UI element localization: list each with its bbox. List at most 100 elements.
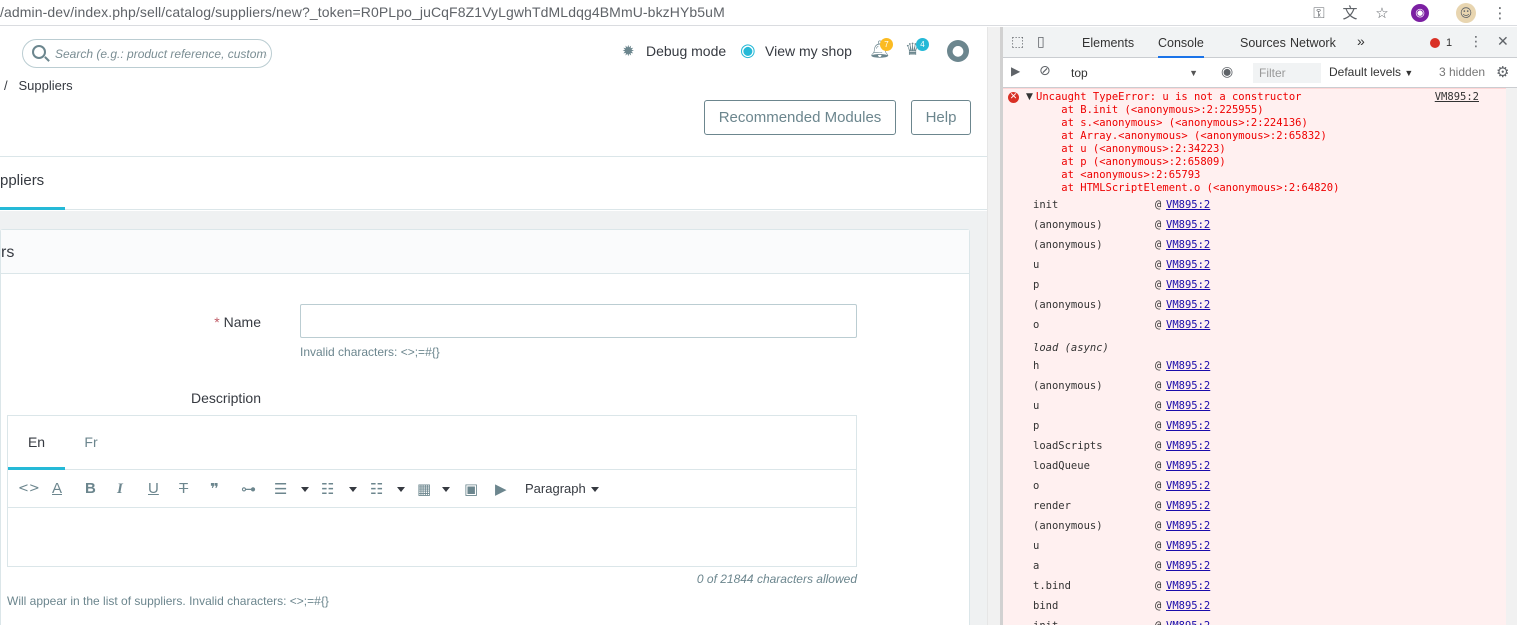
paragraph-format-select[interactable]: Paragraph	[525, 481, 586, 496]
call-stack-source-link[interactable]: VM895:2	[1166, 500, 1210, 512]
bullet-list-icon[interactable]: ☷	[321, 480, 334, 498]
call-stack-source-link[interactable]: VM895:2	[1166, 400, 1210, 412]
view-shop-link[interactable]: View my shop	[765, 43, 852, 59]
search-box[interactable]	[22, 39, 272, 68]
url-text[interactable]: /admin-dev/index.php/sell/catalog/suppli…	[0, 4, 725, 20]
call-stack-at-sign: @	[1155, 500, 1162, 512]
debug-mode-link[interactable]: Debug mode	[646, 43, 726, 59]
device-toolbar-icon[interactable]: ▯	[1037, 34, 1045, 50]
call-stack-source-link[interactable]: VM895:2	[1166, 239, 1210, 251]
call-stack-at-sign: @	[1155, 560, 1162, 572]
call-stack-function: h	[1033, 360, 1040, 372]
image-icon[interactable]: ▣	[464, 480, 478, 498]
underline-icon[interactable]: U	[148, 480, 159, 498]
error-source-link[interactable]: VM895:2	[1435, 91, 1479, 103]
blockquote-icon[interactable]: ❞	[210, 480, 219, 498]
clear-console-icon[interactable]: ⊘	[1039, 63, 1051, 79]
name-input[interactable]	[300, 304, 857, 338]
align-dropdown-caret[interactable]	[301, 487, 309, 492]
recommended-modules-button[interactable]: Recommended Modules	[704, 100, 896, 135]
error-count[interactable]: 1	[1446, 37, 1452, 49]
call-stack-source-link[interactable]: VM895:2	[1166, 319, 1210, 331]
call-stack-function: u	[1033, 400, 1040, 412]
table-dropdown-caret[interactable]	[442, 487, 450, 492]
strikethrough-icon[interactable]: T	[179, 480, 188, 498]
align-icon[interactable]: ☰	[274, 480, 287, 498]
call-stack-source-link[interactable]: VM895:2	[1166, 259, 1210, 271]
translate-icon[interactable]: ⽂	[1340, 3, 1360, 23]
page-scrollbar[interactable]	[987, 27, 1000, 625]
expand-triangle-icon[interactable]: ▼	[1026, 92, 1033, 102]
more-icon[interactable]: ⋮	[1490, 3, 1510, 23]
tab-sources[interactable]: Sources	[1240, 36, 1286, 50]
bug-icon[interactable]: ✹	[622, 42, 635, 60]
bold-icon[interactable]: B	[85, 480, 96, 498]
call-stack-source-link[interactable]: VM895:2	[1166, 299, 1210, 311]
numbered-list-icon[interactable]: ☷	[370, 480, 383, 498]
close-devtools-icon[interactable]: ✕	[1497, 34, 1509, 50]
call-stack-source-link[interactable]: VM895:2	[1166, 279, 1210, 291]
call-stack-source-link[interactable]: VM895:2	[1166, 199, 1210, 211]
context-select[interactable]: top ▼	[1071, 63, 1206, 83]
call-stack-source-link[interactable]: VM895:2	[1166, 420, 1210, 432]
call-stack-at-sign: @	[1155, 299, 1162, 311]
call-stack-source-link[interactable]: VM895:2	[1166, 520, 1210, 532]
console-settings-gear-icon[interactable]: ⚙	[1496, 63, 1509, 81]
more-tabs-icon[interactable]: »	[1357, 33, 1365, 49]
tab-elements[interactable]: Elements	[1082, 36, 1134, 50]
call-stack-source-link[interactable]: VM895:2	[1166, 219, 1210, 231]
tab-lang-en[interactable]: En	[8, 416, 65, 470]
search-input[interactable]	[55, 45, 267, 63]
tab-lang-fr[interactable]: Fr	[65, 416, 117, 470]
console-filter-input[interactable]	[1253, 63, 1321, 83]
description-label: Description	[190, 390, 261, 406]
source-code-icon[interactable]: <>	[18, 480, 40, 498]
media-icon[interactable]: ▶	[495, 480, 507, 498]
async-boundary-label: load (async)	[1033, 342, 1109, 354]
call-stack-function: p	[1033, 420, 1040, 432]
call-stack-source-link[interactable]: VM895:2	[1166, 360, 1210, 372]
link-icon[interactable]: ⊶	[241, 480, 256, 498]
call-stack-source-link[interactable]: VM895:2	[1166, 440, 1210, 452]
console-scrollbar[interactable]	[1506, 88, 1517, 625]
call-stack-source-link[interactable]: VM895:2	[1166, 560, 1210, 572]
user-account-icon[interactable]: ●	[947, 40, 969, 62]
eye-icon[interactable]: ◉	[740, 40, 756, 61]
stack-trace-line: at Array.<anonymous> (<anonymous>:2:6583…	[1036, 130, 1327, 142]
call-stack-source-link[interactable]: VM895:2	[1166, 540, 1210, 552]
paragraph-dropdown-caret[interactable]	[591, 487, 599, 492]
call-stack-source-link[interactable]: VM895:2	[1166, 620, 1210, 625]
log-levels-label: Default levels	[1329, 65, 1402, 79]
levels-dropdown-icon: ▼	[1404, 68, 1414, 78]
call-stack-source-link[interactable]: VM895:2	[1166, 580, 1210, 592]
sidebar-toggle-icon[interactable]: ▶	[1011, 64, 1020, 78]
text-color-icon[interactable]: A	[52, 480, 62, 498]
numbered-list-dropdown-caret[interactable]	[397, 487, 405, 492]
table-icon[interactable]: ▦	[417, 480, 431, 498]
bullet-list-dropdown-caret[interactable]	[349, 487, 357, 492]
call-stack-source-link[interactable]: VM895:2	[1166, 380, 1210, 392]
live-expression-eye-icon[interactable]: ◉	[1221, 64, 1233, 80]
tab-suppliers[interactable]: ppliers	[0, 157, 65, 210]
inspect-element-icon[interactable]: ⬚	[1011, 34, 1024, 50]
call-stack-source-link[interactable]: VM895:2	[1166, 460, 1210, 472]
error-count-icon[interactable]	[1430, 38, 1440, 48]
tab-console[interactable]: Console	[1158, 36, 1204, 58]
log-levels-select[interactable]: Default levels ▼	[1329, 65, 1413, 79]
help-button[interactable]: Help	[911, 100, 971, 135]
call-stack-at-sign: @	[1155, 620, 1161, 625]
profile-avatar[interactable]: ☺	[1456, 3, 1476, 23]
error-message: Uncaught TypeError: u is not a construct…	[1036, 91, 1302, 103]
call-stack-source-link[interactable]: VM895:2	[1166, 480, 1210, 492]
console-filter-bar: ▶ ⊘ top ▼ ◉ Default levels ▼ 3 hidden ⚙	[1003, 58, 1517, 88]
star-icon[interactable]: ☆	[1372, 3, 1392, 23]
tab-network[interactable]: Network	[1290, 36, 1336, 50]
call-stack-source-link[interactable]: VM895:2	[1166, 600, 1210, 612]
devtools-menu-icon[interactable]: ⋮	[1469, 34, 1483, 50]
breadcrumb-current[interactable]: Suppliers	[18, 78, 72, 93]
italic-icon[interactable]: I	[117, 480, 123, 498]
stack-trace-line: at B.init (<anonymous>:2:225955)	[1036, 104, 1264, 116]
extension-icon[interactable]: ◉	[1411, 4, 1429, 22]
language-tabs: En Fr	[8, 416, 856, 470]
key-icon[interactable]: ⚿	[1309, 3, 1329, 23]
